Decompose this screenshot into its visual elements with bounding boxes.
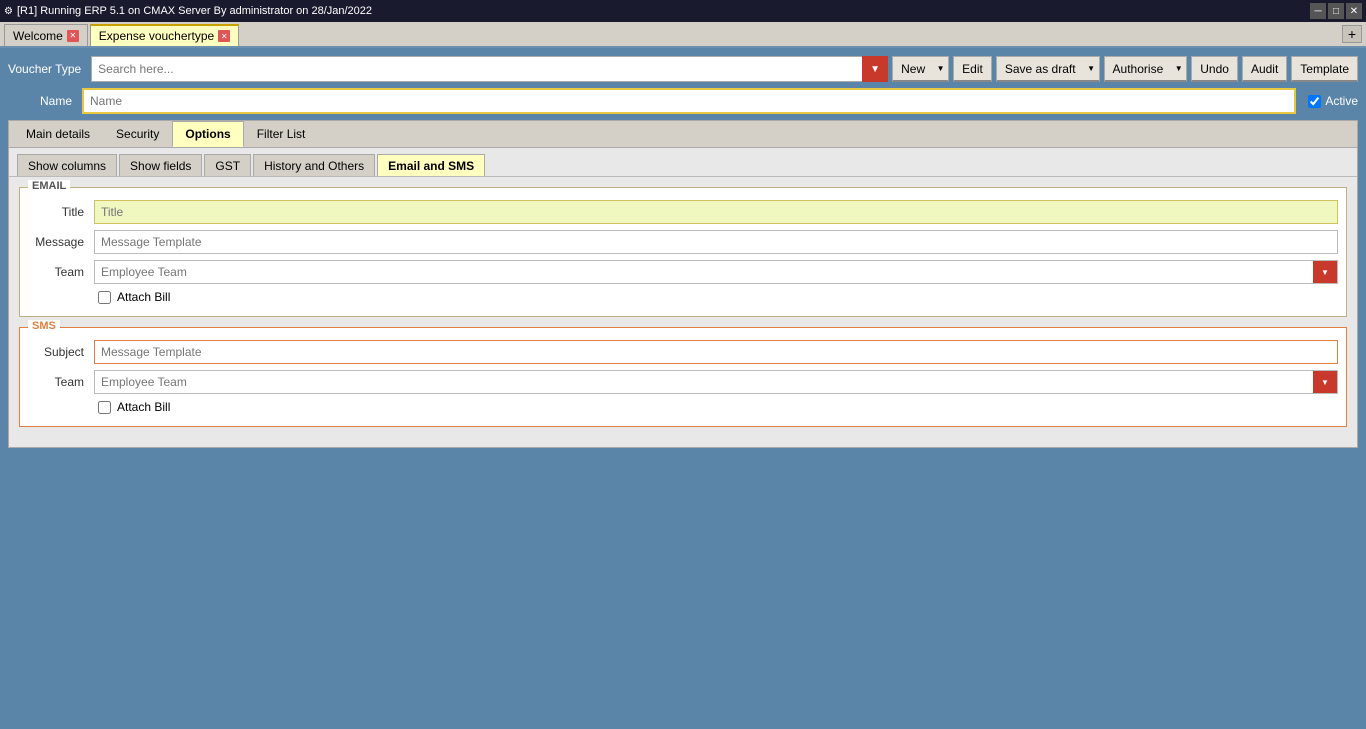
audit-button[interactable]: Audit bbox=[1242, 56, 1287, 82]
sub-tab-email-sms[interactable]: Email and SMS bbox=[377, 154, 485, 176]
sms-subject-row: Subject bbox=[28, 340, 1338, 364]
sms-attach-bill-label: Attach Bill bbox=[117, 400, 170, 414]
sms-legend: SMS bbox=[28, 320, 60, 332]
edit-button[interactable]: Edit bbox=[953, 56, 992, 82]
nav-tab-security[interactable]: Security bbox=[103, 121, 172, 147]
active-checkbox[interactable] bbox=[1308, 95, 1321, 108]
email-message-row: Message bbox=[28, 230, 1338, 254]
voucher-type-dropdown-btn[interactable]: ▼ bbox=[862, 56, 888, 82]
name-input[interactable] bbox=[82, 88, 1296, 114]
new-dropdown-btn[interactable]: ▼ bbox=[933, 56, 949, 82]
tab-expense-label: Expense vouchertype bbox=[99, 29, 214, 43]
voucher-type-search: ▼ bbox=[91, 56, 888, 82]
voucher-type-input[interactable] bbox=[91, 56, 888, 82]
authorise-group: Authorise ▼ bbox=[1104, 56, 1188, 82]
new-button[interactable]: New bbox=[892, 56, 933, 82]
nav-tab-options[interactable]: Options bbox=[172, 121, 243, 147]
email-title-input[interactable] bbox=[94, 200, 1338, 224]
sms-section: SMS Subject Team ▼ bbox=[19, 327, 1347, 427]
sms-team-row: Team ▼ bbox=[28, 370, 1338, 394]
sms-team-dropdown: ▼ bbox=[94, 370, 1338, 394]
email-section: EMAIL Title Message Team bbox=[19, 187, 1347, 317]
sms-team-dropdown-btn[interactable]: ▼ bbox=[1313, 371, 1337, 393]
save-draft-dropdown-btn[interactable]: ▼ bbox=[1084, 56, 1100, 82]
email-legend: EMAIL bbox=[28, 180, 70, 192]
email-message-label: Message bbox=[28, 235, 88, 249]
active-checkbox-group: Active bbox=[1308, 94, 1358, 108]
name-label: Name bbox=[8, 94, 78, 108]
save-draft-group: Save as draft ▼ bbox=[996, 56, 1100, 82]
window-controls: ─ □ ✕ bbox=[1310, 3, 1362, 19]
app-icon: ⚙ bbox=[4, 6, 13, 17]
sms-subject-label: Subject bbox=[28, 345, 88, 359]
email-attach-bill-checkbox[interactable] bbox=[98, 291, 111, 304]
tab-bar: Welcome ✕ Expense vouchertype ✕ + bbox=[0, 22, 1366, 48]
sms-team-input[interactable] bbox=[95, 371, 1313, 393]
email-team-dropdown: ▼ bbox=[94, 260, 1338, 284]
email-title-label: Title bbox=[28, 205, 88, 219]
authorise-dropdown-btn[interactable]: ▼ bbox=[1171, 56, 1187, 82]
authorise-button[interactable]: Authorise bbox=[1104, 56, 1172, 82]
email-message-input[interactable] bbox=[94, 230, 1338, 254]
email-team-label: Team bbox=[28, 265, 88, 279]
tab-welcome[interactable]: Welcome ✕ bbox=[4, 24, 88, 46]
sms-subject-input[interactable] bbox=[94, 340, 1338, 364]
email-attach-bill-row: Attach Bill bbox=[28, 290, 1338, 304]
sms-attach-bill-row: Attach Bill bbox=[28, 400, 1338, 414]
sub-tab-history-others[interactable]: History and Others bbox=[253, 154, 375, 176]
title-bar: ⚙ [R1] Running ERP 5.1 on CMAX Server By… bbox=[0, 0, 1366, 22]
tab-welcome-close[interactable]: ✕ bbox=[67, 30, 79, 42]
title-bar-text: [R1] Running ERP 5.1 on CMAX Server By a… bbox=[17, 5, 372, 17]
tab-expense-vouchertype[interactable]: Expense vouchertype ✕ bbox=[90, 24, 239, 46]
email-team-row: Team ▼ bbox=[28, 260, 1338, 284]
template-button[interactable]: Template bbox=[1291, 56, 1358, 82]
add-tab-button[interactable]: + bbox=[1342, 25, 1362, 43]
email-team-input[interactable] bbox=[95, 261, 1313, 283]
content-card: Main details Security Options Filter Lis… bbox=[8, 120, 1358, 448]
email-team-dropdown-btn[interactable]: ▼ bbox=[1313, 261, 1337, 283]
sub-tabs: Show columns Show fields GST History and… bbox=[9, 148, 1357, 177]
minimize-button[interactable]: ─ bbox=[1310, 3, 1326, 19]
sms-attach-bill-checkbox[interactable] bbox=[98, 401, 111, 414]
save-draft-button[interactable]: Save as draft bbox=[996, 56, 1084, 82]
form-area: EMAIL Title Message Team bbox=[9, 177, 1357, 447]
nav-tab-main-details[interactable]: Main details bbox=[13, 121, 103, 147]
sms-team-label: Team bbox=[28, 375, 88, 389]
nav-tabs: Main details Security Options Filter Lis… bbox=[9, 121, 1357, 148]
sub-tab-show-columns[interactable]: Show columns bbox=[17, 154, 117, 176]
sub-tab-show-fields[interactable]: Show fields bbox=[119, 154, 202, 176]
voucher-type-label: Voucher Type bbox=[8, 62, 87, 76]
sub-tab-gst[interactable]: GST bbox=[204, 154, 251, 176]
tab-expense-close[interactable]: ✕ bbox=[218, 30, 230, 42]
email-title-row: Title bbox=[28, 200, 1338, 224]
undo-button[interactable]: Undo bbox=[1191, 56, 1238, 82]
tab-welcome-label: Welcome bbox=[13, 29, 63, 43]
close-button[interactable]: ✕ bbox=[1346, 3, 1362, 19]
email-attach-bill-label: Attach Bill bbox=[117, 290, 170, 304]
main-content: Voucher Type ▼ New ▼ Edit Save as draft … bbox=[0, 48, 1366, 456]
nav-tab-filter-list[interactable]: Filter List bbox=[244, 121, 319, 147]
name-row: Name Active bbox=[8, 88, 1358, 114]
toolbar-row: Voucher Type ▼ New ▼ Edit Save as draft … bbox=[8, 56, 1358, 82]
maximize-button[interactable]: □ bbox=[1328, 3, 1344, 19]
active-label: Active bbox=[1325, 94, 1358, 108]
new-button-group: New ▼ bbox=[892, 56, 949, 82]
